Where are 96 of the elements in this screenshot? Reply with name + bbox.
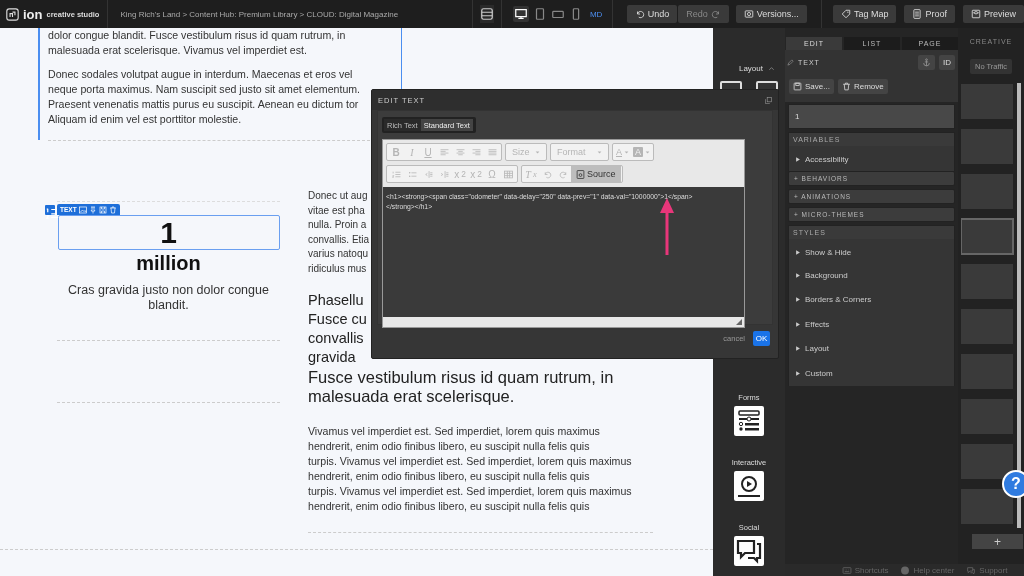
help-icon xyxy=(900,565,911,575)
image-icon xyxy=(78,205,87,214)
list-icon xyxy=(46,205,60,220)
pin-icon xyxy=(88,205,97,214)
slide-thumbnail[interactable] xyxy=(961,218,1014,255)
save-icon xyxy=(793,82,802,91)
triangle-icon xyxy=(795,369,801,377)
property-row[interactable]: Layout xyxy=(788,336,955,361)
chat-bubbles-icon xyxy=(734,536,764,566)
selected-text-box[interactable]: 1 xyxy=(57,215,280,250)
brand-name: ion xyxy=(23,7,43,21)
slide-thumbnail[interactable] xyxy=(961,353,1014,390)
slide-thumbnail[interactable] xyxy=(961,263,1014,300)
triangle-icon xyxy=(795,345,801,353)
versions-icon xyxy=(743,9,754,19)
caption: Cras gravida justo non dolor congue blandit. xyxy=(68,283,269,313)
tag-icon xyxy=(840,9,851,19)
source-button[interactable]: Source xyxy=(571,165,621,183)
slide-thumbnail[interactable] xyxy=(961,443,1014,480)
undo-icon xyxy=(542,169,552,179)
pencil-icon xyxy=(787,58,794,66)
triangle-icon xyxy=(795,271,801,279)
layout-button[interactable] xyxy=(479,5,494,23)
resize-grip-icon xyxy=(736,319,742,325)
chat-icon xyxy=(966,565,977,575)
heading: Phasellu Fusce cu convallis gravida xyxy=(308,291,368,367)
slide-thumbnail[interactable] xyxy=(961,173,1014,210)
desktop-icon xyxy=(513,7,528,21)
bullet-list-icon xyxy=(407,169,417,179)
add-slide-button[interactable]: + xyxy=(972,534,1023,549)
triangle-icon xyxy=(795,248,801,256)
triangle-icon xyxy=(795,156,801,164)
layout-icon xyxy=(479,7,494,21)
heading: Fusce vestibulum risus id quam rutrum, in malesuada erat scelerisque. xyxy=(308,368,615,406)
trash-icon xyxy=(108,205,117,214)
redo-icon xyxy=(558,169,568,179)
save-button[interactable]: Save... xyxy=(789,79,834,94)
numbered-list-icon xyxy=(391,169,401,179)
save-icon xyxy=(98,205,107,214)
slide-thumbnail[interactable] xyxy=(961,83,1014,120)
property-row[interactable]: Effects xyxy=(788,312,955,337)
layout-toggle[interactable]: Layout xyxy=(738,64,775,73)
paragraph: Donec sodales volutpat augue in interdum. Maecenas et eros vel neque porta maximus. Nam suscipit sed justo sit amet elementum. Praesent venenatis mattis purus eu suscipit. Aenean eu dictum tor Aliquam id enim vel est porttitor molestie. xyxy=(48,67,362,127)
trash-icon xyxy=(841,82,851,91)
caret-icon xyxy=(768,65,775,72)
anchor-button[interactable] xyxy=(918,54,935,70)
property-row[interactable]: Show & Hide xyxy=(788,238,955,263)
popout-icon xyxy=(765,96,772,104)
preview-icon xyxy=(971,9,981,19)
counter-unit: million xyxy=(136,253,201,273)
caret-icon xyxy=(535,149,540,155)
slide-thumbnail[interactable] xyxy=(961,488,1014,525)
table-icon xyxy=(503,169,513,179)
paragraph: dolor congue blandit. Fusce vestibulum risus id quam rutrum, in malesuada erat scelerisque. Vivamus vel imperdiet est. xyxy=(48,28,347,58)
tag-button[interactable]: Tag Map xyxy=(832,5,897,23)
preview-button[interactable]: Preview xyxy=(963,5,1024,23)
versions-button[interactable]: Versions... xyxy=(735,5,807,23)
source-icon xyxy=(576,169,585,179)
align-center-icon xyxy=(455,147,465,157)
slide-thumbnail[interactable] xyxy=(961,128,1014,165)
paragraph: Vivamus vel imperdiet est. Sed imperdiet, lorem quis maximus hendrerit, enim odio finibus libero, eu suscipit nulla felis quis turpis. Vivamus vel imperdiet est. Sed imperdiet, lorem quis maximus hendrerit, enim odio finibus libero, eu suscipit nulla felis quis turpis. Vivamus vel imperdiet est. Sed imperdiet, lorem quis maximus hendrerit, enim odio finibus libero, eu suscipit nulla felis quis xyxy=(308,424,633,514)
device-button[interactable] xyxy=(512,6,529,22)
document-icon xyxy=(912,9,923,19)
property-row[interactable]: Accessibility xyxy=(788,146,955,171)
outdent-icon xyxy=(423,169,433,179)
undo-icon xyxy=(634,9,645,19)
align-right-icon xyxy=(471,147,481,157)
breadcrumb: King Rich's Land > Content Hub: Premium Library > CLOUD: Digital Magazine xyxy=(120,9,400,19)
id-button[interactable]: ID xyxy=(939,54,955,70)
keyboard-icon xyxy=(841,565,852,575)
value-field[interactable]: 1 xyxy=(788,104,955,129)
anchor-icon xyxy=(922,57,931,67)
align-left-icon xyxy=(439,147,449,157)
counter-number: 1 xyxy=(160,217,177,248)
property-row[interactable]: Custom xyxy=(788,361,955,386)
triangle-icon xyxy=(795,320,801,328)
caret-icon xyxy=(597,149,602,155)
caret-icon xyxy=(624,149,629,155)
property-row[interactable]: Borders & Corners xyxy=(788,287,955,312)
redo-icon xyxy=(710,9,721,19)
slide-thumbnail[interactable] xyxy=(961,308,1014,345)
paragraph: Donec ut aug vitae est pha nulla. Proin a convallis. Etia varius natoqu ridiculus mus xyxy=(308,189,369,276)
property-row[interactable]: Background xyxy=(788,263,955,288)
remove-button[interactable]: Remove xyxy=(837,79,888,94)
video-player-icon xyxy=(734,471,764,501)
justify-icon xyxy=(487,147,497,157)
ok-button[interactable]: OK xyxy=(753,331,770,346)
slide-thumbnail[interactable] xyxy=(961,398,1014,435)
caret-icon xyxy=(645,149,651,155)
triangle-icon xyxy=(795,296,801,304)
logo-icon xyxy=(6,7,19,21)
breakpoint-label: MD xyxy=(589,9,603,19)
indent-icon xyxy=(439,169,449,179)
undo-button[interactable]: Undo xyxy=(626,5,678,23)
form-icon xyxy=(734,406,764,436)
proof-button[interactable]: Proof xyxy=(904,5,955,23)
